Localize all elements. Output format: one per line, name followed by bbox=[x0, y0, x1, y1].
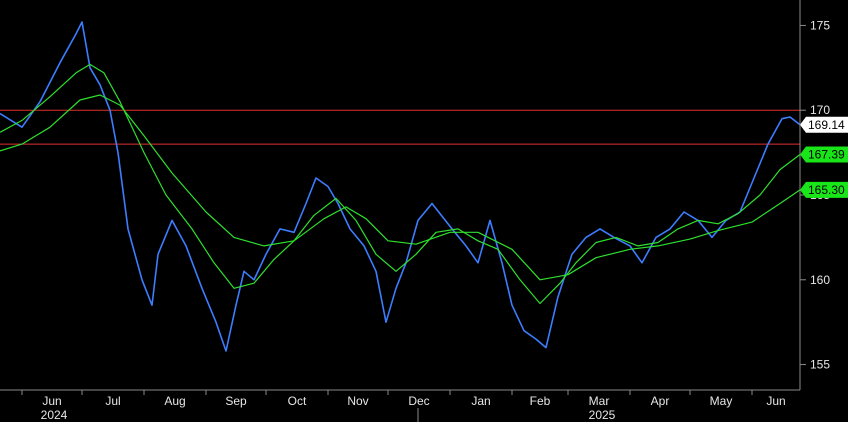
price-tag-label: 167.39 bbox=[808, 147, 845, 161]
x-tick-label: Jan bbox=[471, 394, 490, 408]
y-tick-label: 170 bbox=[810, 103, 830, 117]
x-tick-label: Apr bbox=[651, 394, 670, 408]
x-tick-label: May bbox=[710, 394, 733, 408]
x-tick-label: Mar bbox=[589, 394, 610, 408]
price-tag-1: 169.14 bbox=[800, 116, 848, 133]
x-tick-label: Aug bbox=[164, 394, 185, 408]
price-chart: 155160165170175 JunJulAugSepOctNovDecJan… bbox=[0, 0, 848, 422]
x-tick-label: Nov bbox=[347, 394, 368, 408]
year-label: 2024 bbox=[41, 408, 68, 422]
y-tick-label: 160 bbox=[810, 273, 830, 287]
x-tick-label: Jun bbox=[42, 394, 61, 408]
x-tick-label: Dec bbox=[408, 394, 429, 408]
year-label: 2025 bbox=[589, 408, 616, 422]
x-tick-label: Feb bbox=[530, 394, 551, 408]
price-tags: 169.14 167.39 165.30 bbox=[800, 116, 848, 198]
price-tag-label: 165.30 bbox=[808, 183, 845, 197]
y-tick-label: 175 bbox=[810, 18, 830, 32]
y-tick-label: 155 bbox=[810, 358, 830, 372]
price-tag-3: 165.30 bbox=[800, 181, 848, 198]
price-tag-2: 167.39 bbox=[800, 146, 848, 163]
chart-background bbox=[0, 0, 848, 422]
price-tag-label: 169.14 bbox=[808, 118, 845, 132]
x-tick-label: Sep bbox=[225, 394, 247, 408]
x-tick-label: Jun bbox=[766, 394, 785, 408]
x-tick-label: Jul bbox=[105, 394, 120, 408]
x-tick-label: Oct bbox=[288, 394, 307, 408]
